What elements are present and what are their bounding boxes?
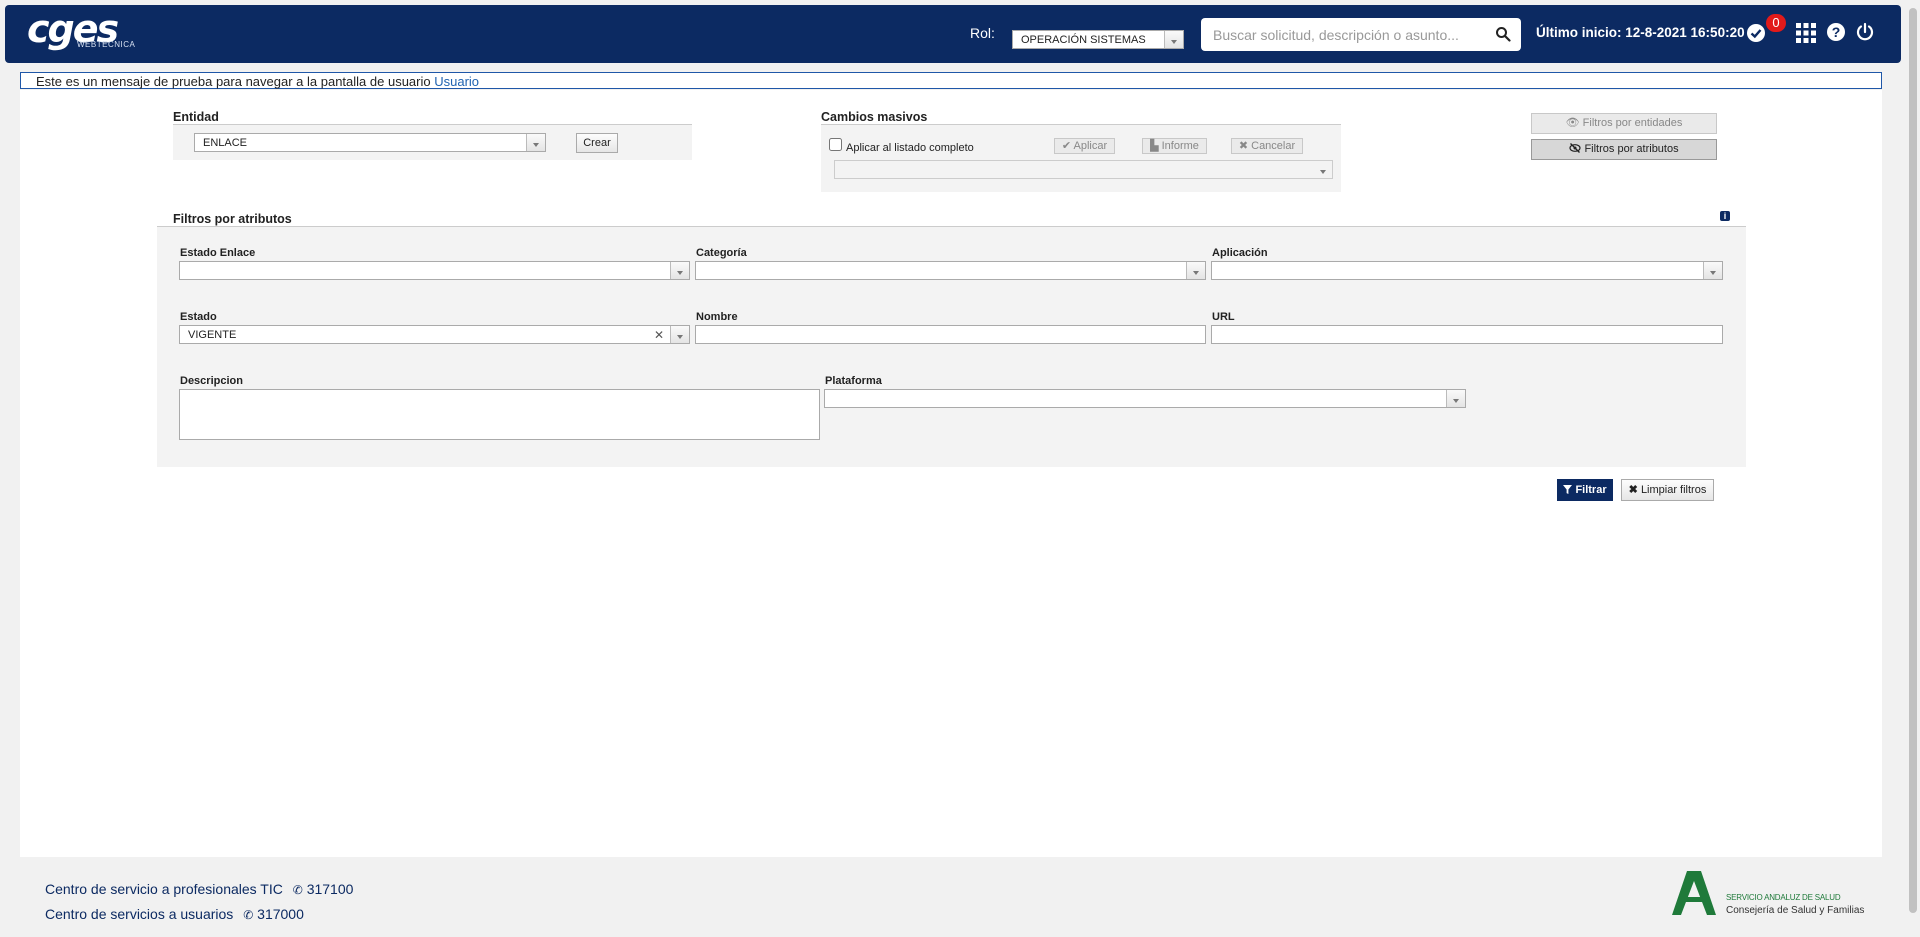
url-label: URL [1212,311,1235,323]
chevron-down-icon [1446,390,1465,407]
footer [0,857,1920,937]
clear-selection-icon[interactable]: ✕ [654,328,664,342]
check-icon: ✔ [1061,140,1072,152]
footer-contact-1-label: Centro de servicio a profesionales TIC [45,881,283,897]
info-icon[interactable]: i [1720,211,1730,221]
nombre-input[interactable] [695,325,1206,344]
filtrar-button[interactable]: Filtrar [1557,479,1613,501]
descripcion-textarea[interactable] [179,389,820,440]
aplicacion-label: Aplicación [1212,247,1268,259]
search-box [1201,18,1521,51]
apps-grid-icon[interactable] [1796,23,1816,43]
main-content [20,90,1882,857]
last-login-text: Último inicio: 12-8-2021 16:50:20 [1536,25,1745,40]
rol-select[interactable]: OPERACIÓN SISTEMAS [1012,30,1184,49]
entidad-label: Entidad [173,110,219,124]
informe-button-label: Informe [1161,140,1199,152]
eye-slash-icon [1569,143,1581,153]
cancelar-button-label: Cancelar [1251,140,1296,152]
crear-button[interactable]: Crear [576,133,618,153]
entidad-select[interactable]: ENLACE [194,133,546,152]
scrollbar-thumb[interactable] [1909,8,1917,913]
estado-enlace-select[interactable] [179,261,690,280]
filtros-atributos-title: Filtros por atributos [173,212,292,226]
phone-icon: ✆ [292,883,303,897]
estado-label: Estado [180,311,217,323]
cambios-masivos-label: Cambios masivos [821,110,928,124]
cancelar-button[interactable]: ✖ Cancelar [1231,138,1303,154]
check-circle-icon[interactable] [1747,24,1765,42]
aplicar-button-label: Aplicar [1073,140,1108,152]
estado-enlace-label: Estado Enlace [180,247,256,259]
chevron-down-icon [670,262,689,279]
chevron-down-icon [1703,262,1722,279]
help-icon[interactable]: ? [1827,23,1845,41]
info-message: Este es un mensaje de prueba para navega… [20,72,1882,89]
message-text: Este es un mensaje de prueba para navega… [36,74,435,89]
search-icon[interactable] [1495,26,1511,42]
entidad-select-value: ENLACE [203,137,248,149]
power-icon[interactable] [1855,22,1875,42]
eye-icon: 👁 [1565,117,1580,129]
filtrar-button-label: Filtrar [1575,484,1607,496]
close-icon: ✖ [1628,484,1638,496]
chevron-down-icon [526,134,545,151]
url-input[interactable] [1211,325,1723,344]
footer-contact-1[interactable]: Centro de servicio a profesionales TIC ✆… [45,881,353,897]
aplicar-listado-checkbox[interactable] [829,138,842,151]
app-logo[interactable]: cges WEBTECNICA [27,10,135,49]
filtros-atributos-label: Filtros por atributos [1584,143,1679,155]
cambios-panel [821,125,1341,192]
close-icon: ✖ [1238,140,1249,152]
rol-select-value: OPERACIÓN SISTEMAS [1021,34,1146,46]
descripcion-label: Descripcion [180,375,243,387]
filtros-entidades-button[interactable]: 👁 Filtros por entidades [1531,113,1717,134]
footer-contact-2-label: Centro de servicios a usuarios [45,906,234,922]
plataforma-label: Plataforma [825,375,882,387]
estado-select-value: VIGENTE [188,329,237,341]
nombre-label: Nombre [696,311,738,323]
chevron-down-icon [1186,262,1205,279]
aplicacion-select[interactable] [1211,261,1723,280]
categoria-label: Categoría [696,247,747,259]
footer-phone-1: 317100 [306,881,354,897]
sas-logo-icon [1672,871,1716,915]
estado-select[interactable]: VIGENTE ✕ [179,325,690,344]
chevron-down-icon [1314,161,1332,178]
informe-button[interactable]: ▙ Informe [1142,138,1207,154]
limpiar-filtros-button[interactable]: ✖ Limpiar filtros [1621,479,1714,501]
limpiar-filtros-label: Limpiar filtros [1640,484,1707,496]
categoria-select[interactable] [695,261,1206,280]
logo-subtext: WEBTECNICA [77,40,136,49]
org-name-1: SERVICIO ANDALUZ DE SALUD [1726,893,1841,902]
aplicar-listado-label: Aplicar al listado completo [846,142,974,154]
plataforma-select[interactable] [824,389,1466,408]
aplicar-button[interactable]: ✔ Aplicar [1054,138,1115,154]
usuario-link[interactable]: Usuario [434,74,479,89]
filter-icon [1563,485,1573,494]
notification-badge: 0 [1766,14,1786,32]
org-name-2: Consejería de Salud y Familias [1726,905,1865,916]
footer-contact-2[interactable]: Centro de servicios a usuarios ✆ 317000 [45,906,304,922]
chevron-down-icon [670,326,689,343]
phone-icon: ✆ [243,908,254,922]
chevron-down-icon [1164,31,1183,48]
cambios-masivos-select[interactable] [834,160,1333,179]
search-input[interactable] [1211,25,1485,45]
file-icon: ▙ [1150,140,1159,152]
rol-label: Rol: [970,25,995,41]
filtros-atributos-button[interactable]: Filtros por atributos [1531,139,1717,160]
footer-phone-2: 317000 [257,906,304,922]
filtros-entidades-label: Filtros por entidades [1582,117,1683,129]
